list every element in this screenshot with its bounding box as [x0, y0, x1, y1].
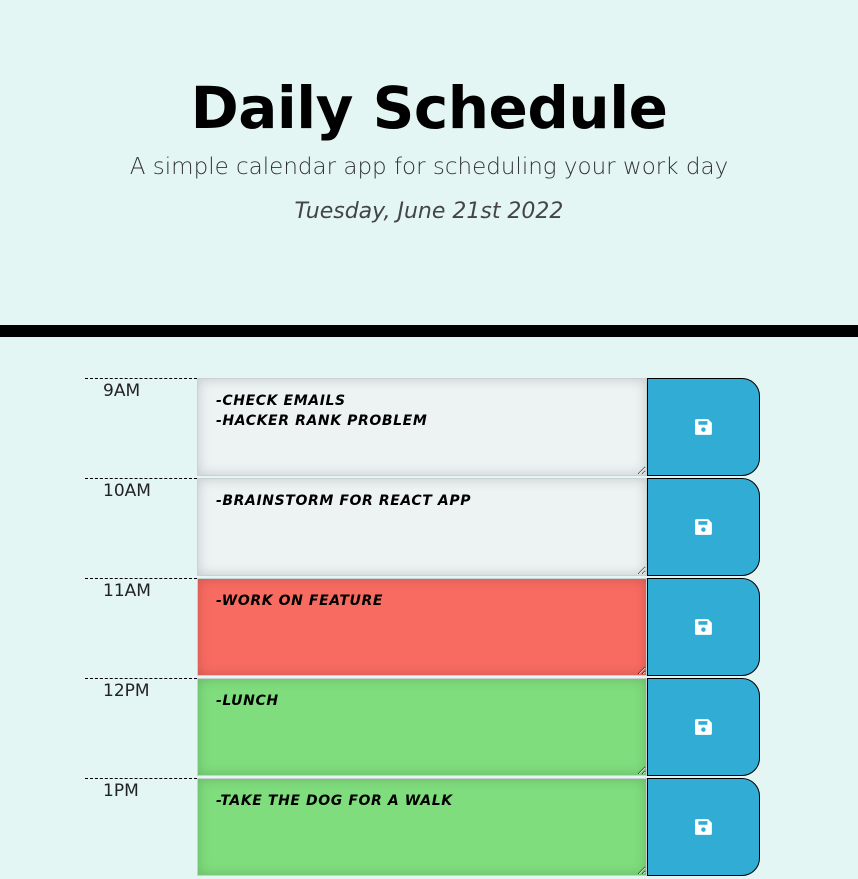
time-block: 12PM -lunch [85, 678, 760, 778]
page-title: Daily Schedule [190, 74, 668, 142]
save-button[interactable] [647, 478, 760, 576]
event-description[interactable]: -work on feature [197, 578, 647, 676]
save-button[interactable] [647, 678, 760, 776]
save-icon [694, 819, 712, 835]
hour-label: 9AM [85, 378, 197, 478]
save-icon [694, 519, 712, 535]
time-block: 1PM -take the dog for a walk [85, 778, 760, 878]
page-subtitle: A simple calendar app for scheduling you… [129, 154, 729, 180]
event-description[interactable]: -take the dog for a walk [197, 778, 647, 876]
save-icon [694, 619, 712, 635]
time-block: 11AM -work on feature [85, 578, 760, 678]
save-icon [694, 419, 712, 435]
event-description[interactable]: -check emails -hacker rank problem [197, 378, 647, 476]
save-button[interactable] [647, 778, 760, 876]
hour-label: 12PM [85, 678, 197, 778]
header: Daily Schedule A simple calendar app for… [0, 0, 858, 325]
event-description[interactable]: -brainstorm for react app [197, 478, 647, 576]
hour-label: 1PM [85, 778, 197, 878]
current-day: Tuesday, June 21st 2022 [294, 199, 564, 224]
header-divider [0, 325, 858, 337]
save-button[interactable] [647, 578, 760, 676]
hour-label: 10AM [85, 478, 197, 578]
time-block: 10AM -brainstorm for react app [85, 478, 760, 578]
save-button[interactable] [647, 378, 760, 476]
hour-label: 11AM [85, 578, 197, 678]
event-description[interactable]: -lunch [197, 678, 647, 776]
schedule-container: 9AM -check emails -hacker rank problem 1… [85, 378, 760, 878]
time-block: 9AM -check emails -hacker rank problem [85, 378, 760, 478]
save-icon [694, 719, 712, 735]
